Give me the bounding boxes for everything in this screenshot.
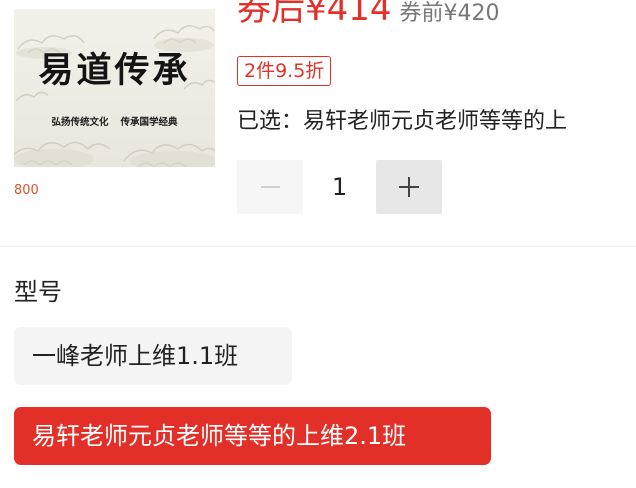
quantity-decrease-button[interactable] xyxy=(237,160,303,214)
product-image-slogan-right: 传承国学经典 xyxy=(120,117,178,128)
promo-badge: 2件9.5折 xyxy=(237,56,332,86)
model-section-title: 型号 xyxy=(14,278,62,306)
model-option-2-selected[interactable]: 易轩老师元贞老师等等的上维2.1班 xyxy=(14,407,491,465)
minus-icon xyxy=(260,186,280,188)
plus-icon xyxy=(399,177,419,197)
price-line: 券后¥414 券前¥420 xyxy=(237,0,500,26)
product-image-slogan: 弘扬传统文化 传承国学经典 xyxy=(14,114,215,128)
section-divider xyxy=(0,246,636,247)
product-image[interactable]: 易道传承 弘扬传统文化 传承国学经典 xyxy=(14,9,215,167)
product-image-slogan-left: 弘扬传统文化 xyxy=(51,117,109,128)
stock-count: 800 xyxy=(14,183,39,198)
quantity-increase-button[interactable] xyxy=(376,160,442,214)
price-before-coupon: 券前¥420 xyxy=(399,1,500,26)
selected-sku-text: 已选：易轩老师元贞老师等等的上 xyxy=(237,109,568,134)
product-image-title: 易道传承 xyxy=(38,50,191,91)
quantity-value[interactable]: 1 xyxy=(303,160,376,214)
model-option-1[interactable]: 一峰老师上维1.1班 xyxy=(14,327,292,385)
price-after-coupon: 券后¥414 xyxy=(237,0,392,29)
